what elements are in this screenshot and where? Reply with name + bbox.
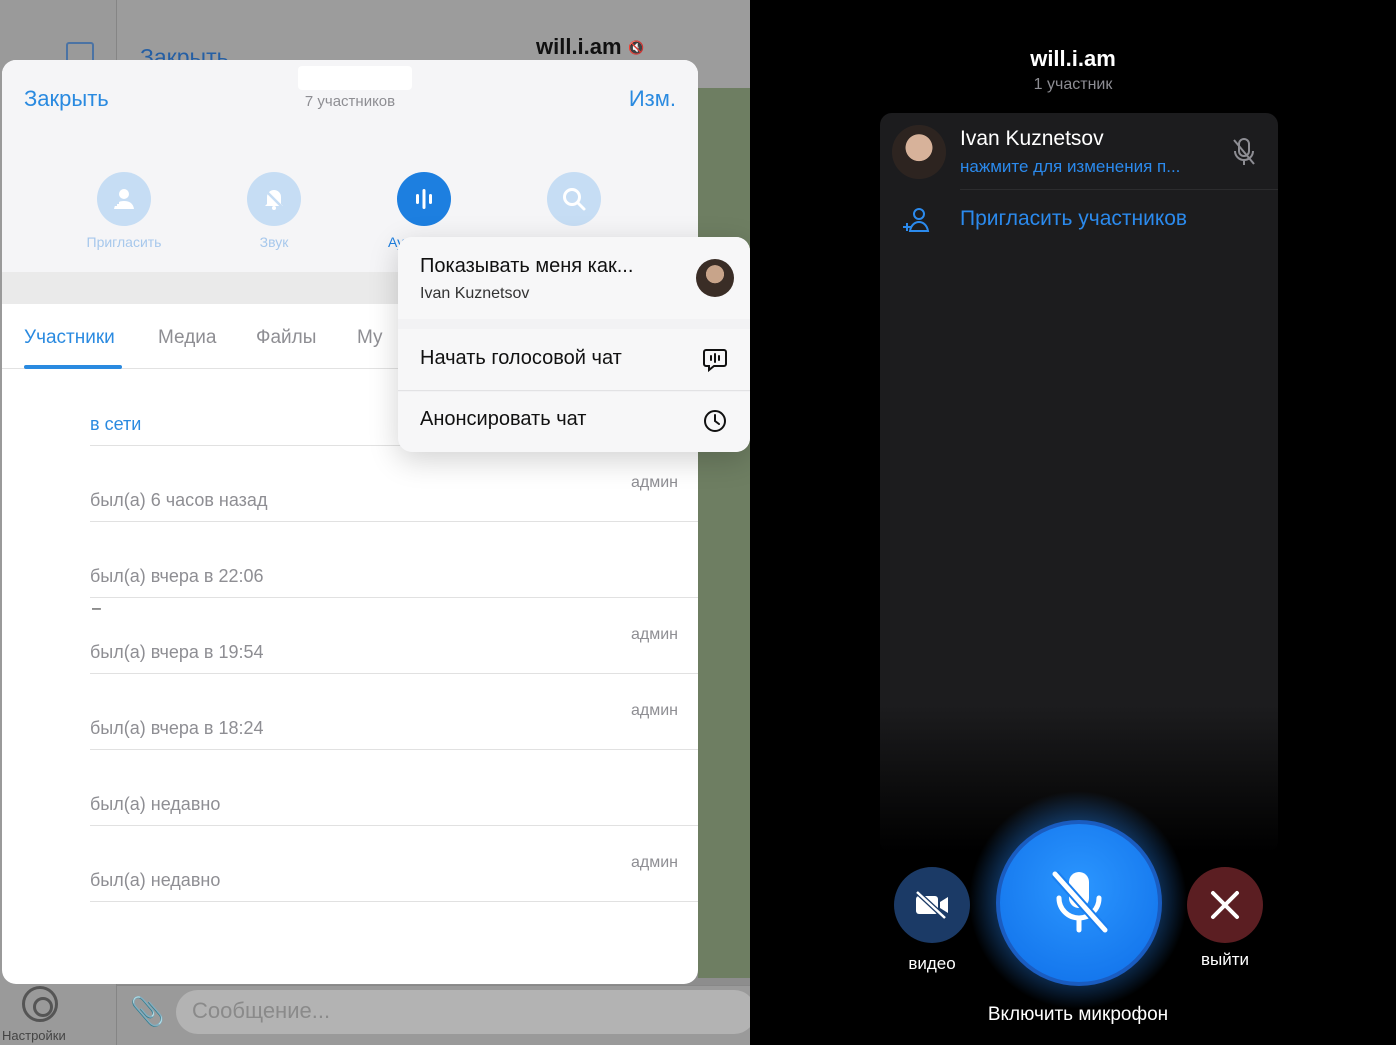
voice-chat-title: will.i.am — [1030, 46, 1116, 71]
mic-label: Включить микрофон — [987, 1004, 1169, 1025]
edit-button[interactable]: Изм. — [629, 86, 676, 112]
divider — [960, 189, 1278, 190]
member-row[interactable]: – был(а) вчера в 19:54 админ — [90, 598, 698, 674]
participant-bio-hint[interactable]: нажмите для изменения п... — [960, 157, 1220, 177]
show-me-as-menu-item[interactable]: Показывать меня как... Ivan Kuznetsov — [398, 237, 750, 319]
sound-action-button[interactable]: Звук — [224, 172, 324, 250]
participants-panel: Ivan Kuznetsov нажмите для изменения п..… — [880, 113, 1278, 853]
announce-chat-label: Анонсировать чат — [420, 408, 587, 430]
avatar — [696, 259, 734, 297]
avatar — [892, 125, 946, 179]
member-row[interactable]: был(а) вчера в 22:06 — [90, 522, 698, 598]
member-role: админ — [630, 474, 678, 491]
tab-music[interactable]: Му — [357, 327, 383, 349]
close-icon — [1211, 891, 1239, 919]
settings-gear-icon[interactable] — [22, 986, 58, 1022]
member-status: был(а) вчера в 18:24 — [90, 718, 264, 738]
start-voice-chat-menu-item[interactable]: Начать голосовой чат — [398, 329, 750, 391]
add-user-icon — [97, 172, 151, 226]
mic-off-icon — [1233, 138, 1255, 165]
member-status: был(а) 6 часов назад — [90, 490, 268, 510]
mic-toggle-button[interactable] — [996, 820, 1162, 986]
participant-name[interactable]: Ivan Kuznetsov — [960, 127, 1104, 151]
voice-chat-context-menu: Показывать меня как... Ivan Kuznetsov На… — [398, 237, 750, 452]
member-role: админ — [630, 626, 678, 643]
settings-label[interactable]: Настройки — [2, 1028, 66, 1043]
show-me-as-name: Ivan Kuznetsov — [420, 285, 530, 302]
active-tab-indicator — [24, 365, 122, 369]
start-voice-chat-label: Начать голосовой чат — [420, 347, 622, 369]
member-row[interactable]: был(а) недавно админ — [90, 826, 698, 902]
group-name-blurred — [298, 66, 412, 90]
search-icon — [547, 172, 601, 226]
member-status: в сети — [90, 414, 142, 434]
message-input[interactable]: Сообщение... — [176, 990, 750, 1034]
video-label: видео — [908, 954, 956, 973]
add-user-icon — [903, 208, 930, 232]
schedule-clock-icon — [704, 410, 726, 432]
background-chat-title: will.i.am — [536, 34, 622, 59]
voice-chat-participants-count: 1 участник — [1033, 76, 1113, 93]
video-button[interactable] — [894, 867, 970, 943]
member-status: был(а) вчера в 19:54 — [90, 642, 264, 662]
bell-off-icon — [247, 172, 301, 226]
sound-action-label: Звук — [259, 234, 289, 250]
member-status: был(а) вчера в 22:06 — [90, 566, 264, 586]
voice-chat-icon — [397, 172, 451, 226]
left-pane: Закрыть will.i.am 🔇 📎 Сообщение... Настр… — [0, 0, 750, 1045]
members-count: 7 участников — [304, 93, 396, 110]
member-row[interactable]: был(а) недавно — [90, 750, 698, 826]
voice-chat-pane: will.i.am 1 участник Ivan Kuznetsov нажм… — [750, 0, 1396, 1045]
member-status: был(а) недавно — [90, 870, 221, 890]
mic-off-icon — [1051, 871, 1109, 933]
member-status: был(а) недавно — [90, 794, 221, 814]
show-me-as-title: Показывать меня как... — [420, 255, 634, 277]
invite-action-label: Пригласить — [86, 234, 162, 250]
voice-chat-bubble-icon — [703, 349, 727, 373]
member-row[interactable]: был(а) вчера в 18:24 админ — [90, 674, 698, 750]
member-role: админ — [630, 854, 678, 871]
attach-icon[interactable]: 📎 — [130, 995, 165, 1028]
member-role: админ — [630, 702, 678, 719]
invite-action-button[interactable]: Пригласить — [74, 172, 174, 250]
group-info-sheet: Закрыть 7 участников Изм. Пригласить Зву… — [2, 60, 698, 984]
tab-files[interactable]: Файлы — [256, 327, 316, 349]
chat-background — [698, 88, 750, 978]
invite-participants-button[interactable]: Пригласить участников — [960, 207, 1187, 231]
tab-members[interactable]: Участники — [24, 327, 115, 349]
leave-button[interactable] — [1187, 867, 1263, 943]
member-name-prefix: – — [92, 600, 101, 617]
announce-chat-menu-item[interactable]: Анонсировать чат — [398, 392, 750, 452]
leave-label: выйти — [1200, 950, 1250, 969]
member-row[interactable]: был(а) 6 часов назад админ — [90, 446, 698, 522]
search-action-button[interactable] — [524, 172, 624, 234]
video-off-icon — [915, 890, 948, 920]
muted-icon: 🔇 — [628, 40, 645, 55]
tab-media[interactable]: Медиа — [158, 327, 216, 349]
